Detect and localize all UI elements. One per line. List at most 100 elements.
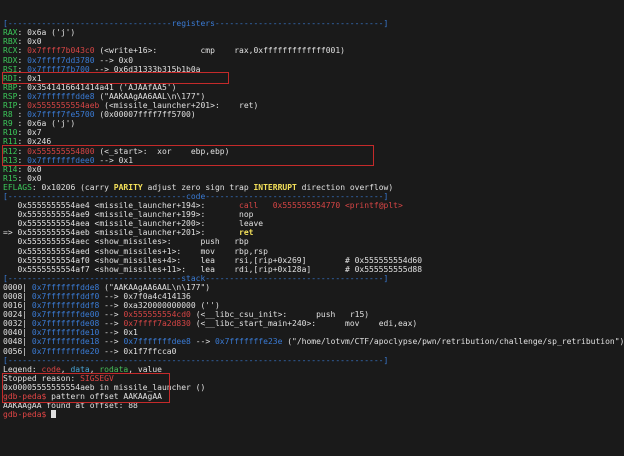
terminal-line: 0x5555555554ae4 <missile_launcher+194>: … — [3, 201, 624, 210]
terminal-line: [-------------------------------------co… — [3, 192, 624, 201]
terminal-text-segment: 0x555555554cd0 — [123, 310, 191, 320]
terminal-text-segment: 0x7fffffffde00 — [31, 310, 100, 320]
terminal-text-segment: RDX — [3, 55, 18, 65]
terminal-text-segment: : — [17, 101, 28, 111]
terminal-text-segment: gdb-peda$ — [3, 392, 52, 402]
terminal-text-segment: RSI — [3, 64, 18, 74]
terminal-text-segment: adjust zero sign trap — [142, 182, 254, 192]
terminal-text-segment: : — [17, 146, 28, 156]
terminal-line: AAKAAgAA found at offset: 88 — [3, 401, 624, 410]
terminal-text-segment: 0056| — [3, 346, 32, 356]
terminal-line: RBX: 0x0 — [3, 37, 624, 46]
gdb-peda-terminal[interactable]: [----------------------------------regis… — [0, 0, 624, 419]
terminal-text-segment: R11 — [3, 137, 18, 147]
terminal-text-segment: PARITY — [113, 182, 143, 192]
terminal-text-segment: SIGSEGV — [80, 373, 114, 383]
terminal-text-segment: : 0x0 — [17, 37, 42, 47]
terminal-text-segment: : — [17, 46, 28, 56]
terminal-line: gdb-peda$ pattern offset AAKAAgAA — [3, 392, 624, 401]
terminal-line: RDX: 0x7ffff7dd3780 --> 0x0 — [3, 56, 624, 65]
terminal-text-segment: --> — [99, 319, 124, 329]
terminal-line: 0x5555555554ae9 <missile_launcher+199>: … — [3, 210, 624, 219]
terminal-text-segment: RCX — [3, 46, 18, 56]
terminal-text-segment: R12 — [3, 146, 18, 156]
terminal-text-segment: (<_start>: xor ebp,ebp) — [94, 146, 230, 156]
terminal-text-segment: --> 0x1 — [94, 155, 134, 165]
terminal-text-segment: --> 0x7f0a4c414136 — [99, 292, 191, 301]
terminal-text-segment: --> 0x1f7ffcca0 — [99, 346, 177, 356]
terminal-text-segment: 0x7fffffffe23e — [214, 337, 283, 347]
terminal-text-segment: : — [17, 64, 28, 74]
terminal-line: 0x5555555554aed <show_missiles+1>: mov r… — [3, 247, 624, 256]
terminal-text-segment: : 0x0 — [17, 173, 42, 183]
terminal-line: RSP: 0x7fffffffdde8 ("AAKAAgAA6AAL\n\177… — [3, 92, 624, 101]
terminal-text-segment: --> 0x0 — [94, 55, 134, 65]
terminal-text-segment: 0024| — [3, 310, 32, 320]
terminal-text-segment: 0x7ffff7fe5700 — [27, 110, 95, 120]
terminal-text-segment: (<__libc_start_main+240>: mov edi,eax) — [190, 319, 418, 329]
terminal-text-segment: : 0x7 — [17, 128, 42, 138]
terminal-text-segment: [-------------------------------------co… — [3, 191, 389, 201]
terminal-text-segment: : — [17, 110, 28, 120]
terminal-line: 0048| 0x7fffffffde18 --> 0x7fffffffdee8 … — [3, 337, 624, 346]
terminal-line: RSI: 0x7ffff7fb700 --> 0x6d31333b315b1b0… — [3, 65, 624, 74]
terminal-line: 0x5555555554aea <missile_launcher+200>: … — [3, 219, 624, 228]
terminal-text-segment: RIP — [3, 101, 18, 111]
terminal-line: 0x00005555555554aeb in missile_launcher … — [3, 383, 624, 392]
terminal-text-segment: 0x7fffffffde08 — [31, 319, 100, 329]
terminal-text-segment: 0x7fffffffddf0 — [31, 292, 100, 301]
terminal-line: RCX: 0x7ffff7b043c0 (<write+16>: cmp rax… — [3, 46, 624, 55]
terminal-text-segment: 0x5555555554ae4 <missile_launcher+194>: — [3, 201, 240, 211]
terminal-line: 0040| 0x7fffffffde10 --> 0x1 — [3, 328, 624, 337]
terminal-text-segment: 0x5555555554aeb — [27, 101, 100, 111]
terminal-text-segment: AAKAAgAA found at offset: 88 — [3, 401, 138, 411]
terminal-text-segment: 0x7ffff7fb700 — [27, 64, 90, 74]
terminal-line: R12: 0x555555554800 (<_start>: xor ebp,e… — [3, 147, 624, 156]
terminal-text-segment: ret — [239, 228, 254, 238]
terminal-line: 0x5555555554aec <show_missiles>: push rb… — [3, 237, 624, 246]
terminal-text-segment: R14 — [3, 164, 18, 174]
terminal-line: Stopped reason: SIGSEGV — [3, 374, 624, 383]
terminal-text-segment: 0x7fffffffdee0 — [27, 155, 95, 165]
terminal-text-segment: 0x7fffffffde10 — [31, 328, 100, 338]
terminal-text-segment: RAX — [3, 28, 18, 38]
terminal-text-segment: 0x7ffff7b043c0 — [27, 46, 95, 56]
terminal-line: [----------------------------------regis… — [3, 19, 624, 28]
terminal-line: R11: 0x246 — [3, 137, 624, 146]
terminal-text-segment: RDI — [3, 73, 18, 83]
terminal-text-segment: 0x555555554800 — [27, 146, 95, 156]
terminal-text-segment: 0x7fffffffde20 — [31, 346, 100, 356]
terminal-text-segment: data — [70, 364, 90, 374]
terminal-text-segment: 0x7fffffffdde8 — [31, 282, 100, 292]
terminal-text-segment: --> 0x6d31333b315b1b0a — [89, 64, 201, 74]
terminal-line: 0x5555555554af0 <show_missiles+4>: lea r… — [3, 256, 624, 265]
terminal-text-segment: [------------------------------------sta… — [3, 273, 389, 283]
terminal-line: Legend: code, data, rodata, value — [3, 365, 624, 374]
terminal-text-segment: (<missile_launcher+201>: ret) — [99, 101, 259, 111]
terminal-output: [----------------------------------regis… — [3, 19, 624, 419]
terminal-line: 0056| 0x7fffffffde20 --> 0x1f7ffcca0 — [3, 347, 624, 356]
terminal-text-segment: call 0x555555554770 <printf@plt> — [239, 201, 403, 211]
terminal-text-segment: 0040| — [3, 328, 32, 338]
terminal-text-segment: : 0x10206 (carry — [31, 182, 114, 192]
terminal-text-segment: 0x7ffff7a2d830 — [123, 319, 191, 329]
terminal-text-segment: RBP — [3, 82, 18, 92]
terminal-text-segment: --> 0xa320000000000 ('') — [99, 301, 220, 311]
terminal-text-segment: 0x5555555554aed <show_missiles+1>: mov r… — [3, 246, 268, 256]
terminal-line: 0024| 0x7fffffffde00 --> 0x555555554cd0 … — [3, 310, 624, 319]
terminal-text-segment: nop — [239, 210, 254, 220]
terminal-text-segment: [---------------------------------------… — [3, 355, 389, 365]
terminal-text-segment: --> 0x1 — [99, 328, 138, 338]
terminal-text-segment: : 0x3541416641414a41 ('AJAAfAA5') — [17, 82, 177, 92]
terminal-text-segment: : 0x246 — [17, 137, 52, 147]
terminal-line: [---------------------------------------… — [3, 356, 624, 365]
terminal-text-segment: : — [17, 55, 28, 65]
terminal-line: R10: 0x7 — [3, 128, 624, 137]
terminal-text-segment: leave — [239, 219, 264, 229]
terminal-line: R15: 0x0 — [3, 174, 624, 183]
terminal-text-segment: 0x5555555554aec <show_missiles>: push rb… — [3, 237, 249, 247]
terminal-text-segment: (<__libc_csu_init>: push r15) — [190, 310, 370, 320]
terminal-line: 0x5555555554af7 <show_missiles+11>: lea … — [3, 265, 624, 274]
terminal-line: RDI: 0x1 — [3, 74, 624, 83]
terminal-text-segment: 0x7fffffffde18 — [31, 337, 100, 347]
